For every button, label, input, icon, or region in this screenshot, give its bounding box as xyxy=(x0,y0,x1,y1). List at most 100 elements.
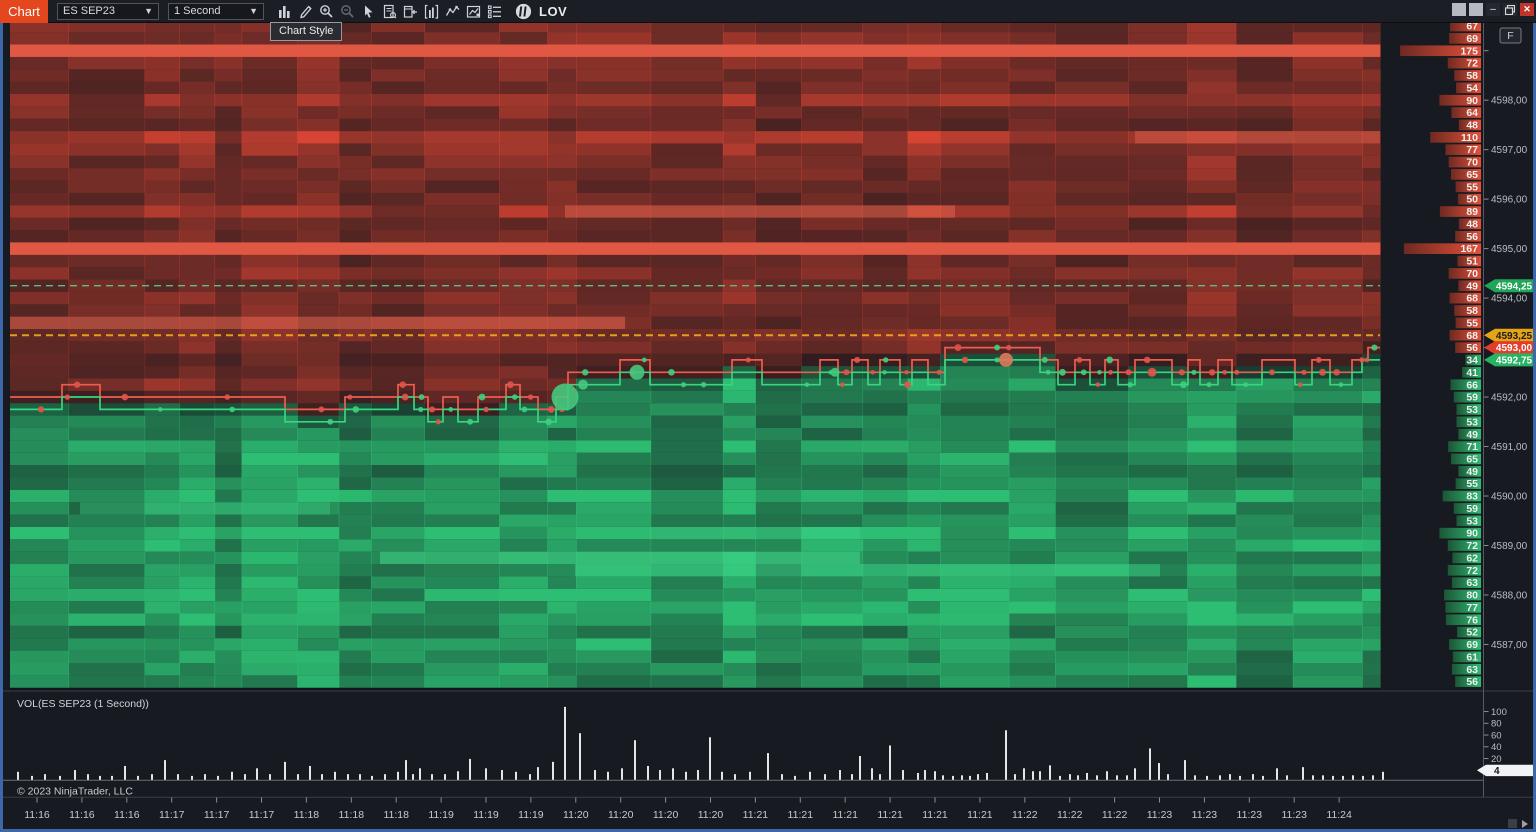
svg-text:4589,00: 4589,00 xyxy=(1491,541,1528,552)
svg-text:56: 56 xyxy=(1466,676,1478,688)
svg-text:70: 70 xyxy=(1466,268,1478,280)
svg-text:58: 58 xyxy=(1466,70,1478,82)
svg-text:72: 72 xyxy=(1466,540,1478,552)
close-button[interactable]: ✕ xyxy=(1520,3,1534,16)
market-depth-button[interactable] xyxy=(421,2,442,21)
svg-text:56: 56 xyxy=(1466,231,1478,243)
svg-text:65: 65 xyxy=(1466,453,1478,465)
svg-text:77: 77 xyxy=(1466,144,1478,156)
heat-patch xyxy=(80,502,330,515)
svg-text:72: 72 xyxy=(1466,565,1478,577)
svg-text:4591,00: 4591,00 xyxy=(1491,442,1528,453)
zoom-in-button[interactable] xyxy=(316,2,337,21)
window-button-1[interactable] xyxy=(1452,3,1466,16)
svg-text:4597,00: 4597,00 xyxy=(1491,145,1528,156)
heat-patch xyxy=(650,526,860,540)
heat-patch xyxy=(10,316,625,330)
svg-text:68: 68 xyxy=(1466,330,1478,342)
svg-text:110: 110 xyxy=(1461,132,1478,144)
order-panel-button[interactable] xyxy=(400,2,421,21)
svg-text:11:21: 11:21 xyxy=(832,809,858,821)
notable-trade-dot xyxy=(999,352,1013,367)
svg-text:52: 52 xyxy=(1466,627,1478,639)
notable-trade-dot xyxy=(629,364,645,380)
interval-dropdown[interactable]: 1 Second ▼ xyxy=(168,2,264,20)
svg-text:77: 77 xyxy=(1466,602,1478,614)
svg-text:11:23: 11:23 xyxy=(1237,809,1263,821)
svg-text:72: 72 xyxy=(1466,58,1478,70)
svg-text:71: 71 xyxy=(1466,441,1478,453)
notable-trade-dot xyxy=(1147,367,1157,377)
svg-text:11:21: 11:21 xyxy=(788,809,814,821)
svg-text:11:19: 11:19 xyxy=(428,809,454,821)
svg-text:80: 80 xyxy=(1466,590,1478,602)
window-button-2[interactable] xyxy=(1469,3,1483,16)
svg-text:11:21: 11:21 xyxy=(967,809,993,821)
drawing-tools-button[interactable] xyxy=(295,2,316,21)
zoom-out-button[interactable] xyxy=(337,2,358,21)
svg-text:63: 63 xyxy=(1466,664,1478,676)
logo-wrap: LOV xyxy=(515,3,567,20)
window-controls: – ✕ xyxy=(1452,3,1534,16)
properties-button[interactable] xyxy=(484,2,505,21)
instrument-label: ES SEP23 xyxy=(63,5,115,17)
interval-label: 1 Second xyxy=(174,5,221,17)
svg-text:60: 60 xyxy=(1491,730,1502,741)
svg-text:69: 69 xyxy=(1466,639,1478,651)
svg-text:4594,00: 4594,00 xyxy=(1491,294,1528,305)
properties-icon xyxy=(487,4,501,18)
new-chart-icon xyxy=(466,5,481,18)
svg-text:4593,00: 4593,00 xyxy=(1496,343,1533,354)
svg-text:F: F xyxy=(1507,30,1513,42)
indicators-button[interactable] xyxy=(442,2,463,21)
svg-text:11:23: 11:23 xyxy=(1192,809,1218,821)
drawing-tools-icon xyxy=(300,5,312,18)
svg-text:4596,00: 4596,00 xyxy=(1491,195,1528,206)
svg-text:4595,00: 4595,00 xyxy=(1491,244,1528,255)
chart-style-tooltip: Chart Style xyxy=(270,22,343,41)
svg-text:59: 59 xyxy=(1466,503,1478,515)
svg-text:11:20: 11:20 xyxy=(608,809,634,821)
svg-text:56: 56 xyxy=(1466,342,1478,354)
svg-text:55: 55 xyxy=(1466,317,1478,329)
svg-text:11:21: 11:21 xyxy=(877,809,903,821)
svg-text:4588,00: 4588,00 xyxy=(1491,590,1528,601)
svg-text:4587,00: 4587,00 xyxy=(1491,640,1528,651)
fullscreen-button[interactable]: F xyxy=(1499,27,1522,44)
zoom-in-icon xyxy=(320,4,333,18)
svg-text:11:23: 11:23 xyxy=(1281,809,1307,821)
svg-text:63: 63 xyxy=(1466,577,1478,589)
svg-text:40: 40 xyxy=(1491,742,1502,753)
chart-canvas[interactable]: 6769175725854906448110777065555089485616… xyxy=(0,23,1536,832)
notable-trade-dot xyxy=(551,383,579,411)
ninjatrader-logo-icon xyxy=(515,3,532,19)
data-box-button[interactable] xyxy=(379,2,400,21)
svg-text:11:23: 11:23 xyxy=(1147,809,1173,821)
svg-text:62: 62 xyxy=(1466,552,1478,564)
chart-style-button[interactable] xyxy=(274,2,295,21)
svg-text:11:20: 11:20 xyxy=(653,809,679,821)
instrument-dropdown[interactable]: ES SEP23 ▼ xyxy=(57,2,159,20)
svg-text:69: 69 xyxy=(1466,33,1478,45)
svg-text:4592,00: 4592,00 xyxy=(1491,393,1528,404)
zoom-out-icon xyxy=(341,4,354,18)
chart-tab[interactable]: Chart xyxy=(0,0,48,23)
svg-text:70: 70 xyxy=(1466,157,1478,169)
svg-text:11:18: 11:18 xyxy=(383,809,409,821)
svg-text:53: 53 xyxy=(1466,416,1478,428)
svg-text:51: 51 xyxy=(1466,256,1478,268)
svg-text:61: 61 xyxy=(1466,651,1478,663)
restore-button[interactable] xyxy=(1503,3,1517,16)
svg-text:55: 55 xyxy=(1466,181,1478,193)
svg-text:83: 83 xyxy=(1466,491,1478,503)
new-chart-button[interactable] xyxy=(463,2,484,21)
svg-text:167: 167 xyxy=(1460,243,1478,255)
minimize-button[interactable]: – xyxy=(1486,3,1500,16)
svg-text:11:19: 11:19 xyxy=(518,809,544,821)
svg-text:4592,75: 4592,75 xyxy=(1496,356,1533,367)
svg-text:175: 175 xyxy=(1460,45,1478,57)
svg-text:11:17: 11:17 xyxy=(204,809,230,821)
chart-window: Chart ES SEP23 ▼ 1 Second ▼ LOV – ✕ Char… xyxy=(0,0,1536,832)
cursor-button[interactable] xyxy=(358,2,379,21)
heatmap xyxy=(10,23,1381,688)
